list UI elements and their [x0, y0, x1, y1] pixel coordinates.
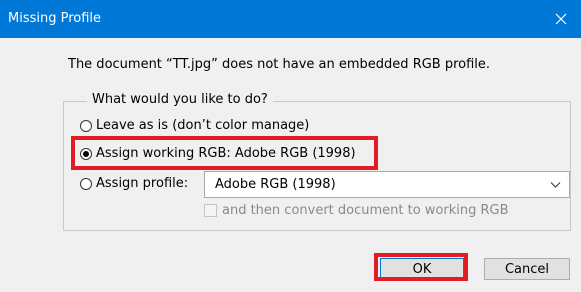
radio-label-profile: Assign profile:	[96, 176, 189, 191]
radio-button-unselected[interactable]	[80, 119, 92, 132]
chevron-down-icon	[550, 182, 561, 188]
title-bar: Missing Profile	[0, 0, 581, 38]
radio-label-leave: Leave as is (don’t color manage)	[96, 118, 310, 133]
convert-checkbox[interactable]	[204, 204, 217, 217]
message-text: The document “TT.jpg” does not have an e…	[68, 57, 491, 72]
cancel-button[interactable]: Cancel	[484, 258, 570, 280]
radio-leave-as-is[interactable]: Leave as is (don’t color manage)	[80, 118, 309, 133]
profile-select-value: Adobe RGB (1998)	[215, 177, 336, 192]
group-legend: What would you like to do?	[87, 92, 273, 107]
radio-button-unselected[interactable]	[80, 177, 92, 190]
radio-assign-profile[interactable]: Assign profile:	[80, 176, 188, 191]
profile-select[interactable]: Adobe RGB (1998)	[204, 171, 570, 198]
ok-button[interactable]: OK	[380, 258, 464, 280]
convert-checkbox-row[interactable]: and then convert document to working RGB	[204, 203, 509, 218]
convert-checkbox-label: and then convert document to working RGB	[222, 203, 509, 218]
radio-assign-working-rgb[interactable]: Assign working RGB: Adobe RGB (1998)	[80, 146, 356, 161]
radio-label-working: Assign working RGB: Adobe RGB (1998)	[96, 146, 356, 161]
radio-dot	[83, 150, 89, 157]
close-icon	[555, 13, 567, 25]
window-title: Missing Profile	[8, 11, 102, 26]
radio-button-selected[interactable]	[80, 147, 92, 160]
close-button[interactable]	[541, 0, 581, 38]
